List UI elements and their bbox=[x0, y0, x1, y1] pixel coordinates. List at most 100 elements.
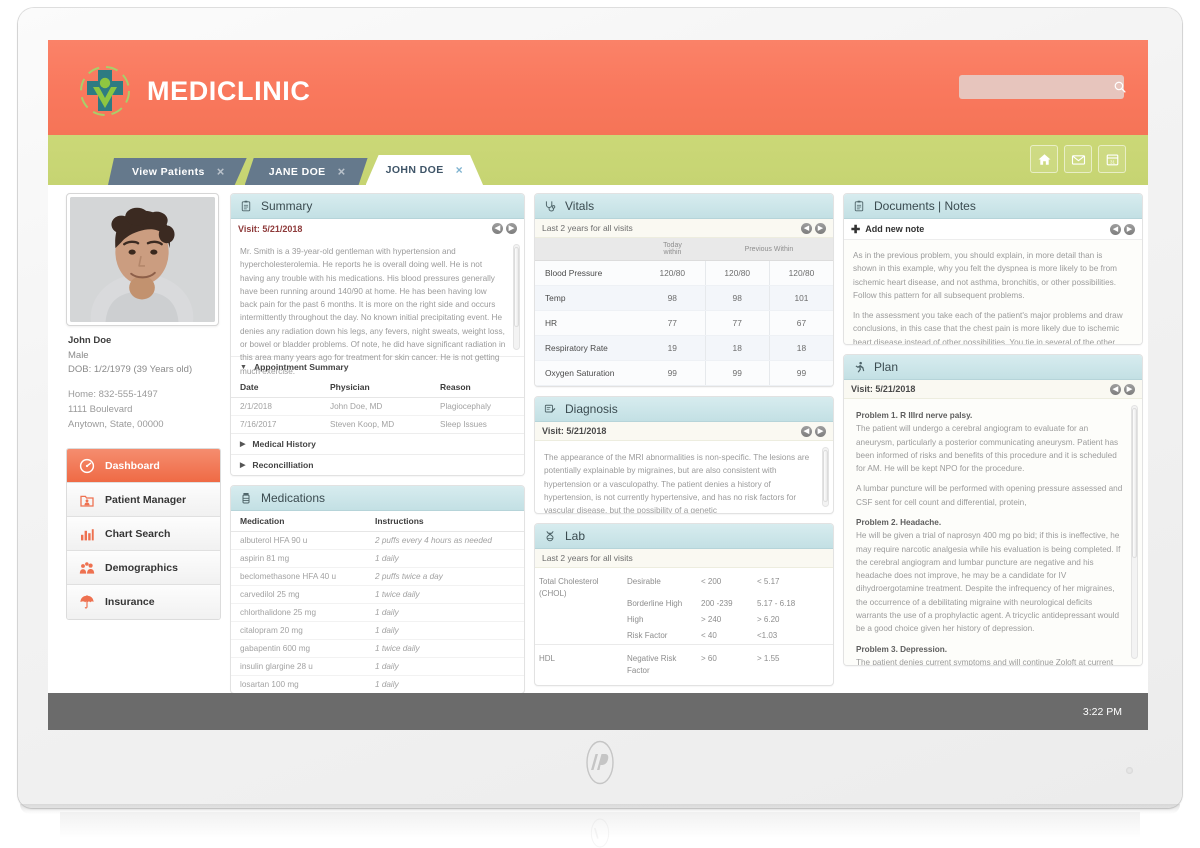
sidebar-item-dashboard[interactable]: Dashboard bbox=[67, 449, 220, 484]
table-row[interactable]: 2/1/2018 John Doe, MD Plagiocephaly bbox=[231, 397, 524, 416]
table-row[interactable]: 7/16/2017 Steven Koop, MD Sleep Issues bbox=[231, 416, 524, 434]
cell-date: 2/1/2018 bbox=[231, 397, 321, 416]
prev-arrow-icon[interactable]: ◀ bbox=[801, 222, 812, 234]
column-header-reason: Reason bbox=[431, 377, 524, 398]
lab-group-hdl[interactable]: HDL Negative Risk Factor > 60 > 1.55 bbox=[535, 645, 833, 685]
column-header-instructions: Instructions bbox=[366, 511, 524, 532]
table-row[interactable]: Respiratory Rate 19 18 18 bbox=[535, 335, 833, 361]
problem-body: He will be given a trial of naprosyn 400… bbox=[856, 531, 1121, 634]
diagnosis-pen-icon bbox=[544, 403, 558, 415]
lab-range-conventional: > 60 bbox=[701, 654, 717, 663]
table-row[interactable]: citalopram 20 mg 1 daily bbox=[231, 621, 524, 640]
pill-bottle-icon bbox=[240, 492, 254, 504]
scrollbar[interactable] bbox=[513, 244, 520, 350]
vital-prev1: 77 bbox=[704, 310, 770, 336]
summary-body: Mr. Smith is a 39-year-old gentleman wit… bbox=[231, 238, 524, 376]
table-row[interactable]: HR 77 77 67 bbox=[535, 310, 833, 336]
patient-phone: Home: 832-555-1497 bbox=[68, 389, 158, 401]
cell-instructions: 1 daily bbox=[366, 621, 524, 640]
avatar bbox=[70, 197, 215, 322]
next-arrow-icon[interactable]: ▶ bbox=[506, 223, 517, 234]
next-arrow-icon[interactable]: ▶ bbox=[815, 425, 826, 437]
lab-range-si: > 6.20 bbox=[757, 615, 780, 624]
table-row[interactable]: losartan 100 mg 1 daily bbox=[231, 676, 524, 694]
pager[interactable]: ◀ ▶ bbox=[801, 222, 826, 234]
cell-medication: beclomethasone HFA 40 u bbox=[231, 567, 366, 586]
accordion-reconcilliation[interactable]: ▶ Reconcilliation bbox=[231, 454, 524, 475]
cell-medication: insulin glargine 28 u bbox=[231, 657, 366, 676]
table-row[interactable]: insulin glargine 28 u1 daily bbox=[231, 657, 524, 676]
table-row[interactable]: gabapentin 600 mg 1 twice daily bbox=[231, 639, 524, 658]
table-row[interactable]: carvedilol 25 mg 1 twice daily bbox=[231, 585, 524, 604]
table-row[interactable]: Temp 98 98 101 bbox=[535, 285, 833, 311]
cell-instructions: 1 daily bbox=[366, 549, 524, 568]
scrollbar[interactable] bbox=[822, 447, 829, 507]
vital-prev2: 67 bbox=[768, 310, 833, 336]
panel-title: Summary bbox=[261, 199, 313, 213]
pager[interactable]: ◀ ▶ bbox=[801, 425, 826, 437]
panel-title: Plan bbox=[874, 360, 899, 374]
pager[interactable]: ◀ ▶ bbox=[1110, 223, 1135, 235]
plan-problem-1: Problem 1. R IIIrd nerve palsy. The pati… bbox=[856, 409, 1124, 475]
cell-physician: John Doe, MD bbox=[321, 397, 431, 416]
table-row[interactable]: albuterol HFA 90 u2 puffs every 4 hours … bbox=[231, 531, 524, 550]
search-input[interactable] bbox=[959, 81, 1113, 93]
sidebar-item-insurance[interactable]: Insurance bbox=[67, 585, 220, 620]
summary-panel-header: Summary bbox=[231, 194, 524, 219]
column-notes: Documents | Notes ✚ Add new note ◀ ▶ As … bbox=[843, 193, 1143, 668]
mail-button[interactable] bbox=[1064, 145, 1092, 173]
vital-prev1: 18 bbox=[704, 335, 770, 361]
prev-arrow-icon[interactable]: ◀ bbox=[492, 223, 503, 234]
close-icon[interactable]: × bbox=[338, 165, 346, 178]
note-paragraph: As in the previous problem, you should e… bbox=[853, 251, 1117, 300]
prev-arrow-icon[interactable]: ◀ bbox=[1110, 223, 1121, 235]
umbrella-icon bbox=[78, 594, 95, 611]
vitals-panel-header: Vitals bbox=[535, 194, 833, 219]
problem-heading: Problem 1. R IIIrd nerve palsy. bbox=[856, 411, 973, 420]
table-row[interactable]: aspirin 81 mg 1 daily bbox=[231, 549, 524, 568]
cell-instructions: 1 daily bbox=[375, 680, 399, 689]
lab-range-conventional: 200 -239 bbox=[701, 599, 733, 608]
sidebar-item-chart-search[interactable]: Chart Search bbox=[67, 517, 220, 552]
home-button[interactable] bbox=[1030, 145, 1058, 173]
tab-john-doe[interactable]: JOHN DOE × bbox=[366, 155, 483, 185]
plan-problem-2: Problem 2. Headache. He will be given a … bbox=[856, 516, 1124, 636]
tab-view-patients[interactable]: View Patients × bbox=[108, 158, 247, 185]
prev-arrow-icon[interactable]: ◀ bbox=[1110, 383, 1121, 395]
next-arrow-icon[interactable]: ▶ bbox=[815, 222, 826, 234]
tab-jane-doe[interactable]: JANE DOE × bbox=[245, 158, 368, 185]
search-icon[interactable] bbox=[1113, 80, 1127, 94]
close-icon[interactable]: × bbox=[217, 165, 225, 178]
next-arrow-icon[interactable]: ▶ bbox=[1124, 223, 1135, 235]
close-icon[interactable]: × bbox=[456, 164, 463, 176]
pager[interactable]: ◀ ▶ bbox=[492, 223, 517, 234]
next-arrow-icon[interactable]: ▶ bbox=[1124, 383, 1135, 395]
cell-reason: Sleep Issues bbox=[440, 420, 487, 429]
vital-today: 99 bbox=[640, 360, 705, 386]
table-row[interactable]: beclomethasone HFA 40 u2 puffs twice a d… bbox=[231, 567, 524, 586]
home-icon bbox=[1038, 153, 1050, 165]
lab-range-si: <1.03 bbox=[757, 631, 778, 640]
cell-instructions: 2 puffs twice a day bbox=[366, 567, 524, 586]
pager[interactable]: ◀ ▶ bbox=[1110, 383, 1135, 395]
summary-visit-bar: Visit: 5/21/2018 ◀ ▶ bbox=[231, 219, 524, 238]
table-row[interactable]: Blood Pressure 120/80 120/80 120/80 bbox=[535, 260, 833, 286]
patient-address-line2: Anytown, State, 00000 bbox=[68, 418, 164, 430]
diagnosis-body: The appearance of the MRI abnormalities … bbox=[535, 441, 833, 513]
table-row[interactable]: Oxygen Saturation 99 99 99 bbox=[535, 360, 833, 386]
calendar-button[interactable]: 31 bbox=[1098, 145, 1126, 173]
lab-group-cholesterol[interactable]: Total Cholesterol (CHOL) Desirable < 200… bbox=[535, 568, 833, 598]
plus-icon: ✚ bbox=[851, 223, 861, 236]
sidebar-item-demographics[interactable]: Demographics bbox=[67, 551, 220, 586]
prev-arrow-icon[interactable]: ◀ bbox=[801, 425, 812, 437]
sidebar-item-patient-manager[interactable]: Patient Manager bbox=[67, 483, 220, 518]
add-new-note-button[interactable]: ✚ Add new note bbox=[851, 223, 924, 236]
search-box[interactable] bbox=[959, 75, 1127, 99]
status-bar: 3:22 PM bbox=[48, 693, 1148, 730]
screen: MEDICLINIC View Patients × JANE DOE × JO… bbox=[48, 40, 1148, 730]
accordion-medical-history[interactable]: ▶ Medical History bbox=[231, 433, 524, 454]
scrollbar[interactable] bbox=[1131, 405, 1138, 659]
plan-panel-header: Plan bbox=[844, 355, 1142, 380]
table-row[interactable]: chlorthalidone 25 mg 1 daily bbox=[231, 603, 524, 622]
vital-label: HR bbox=[535, 310, 640, 336]
